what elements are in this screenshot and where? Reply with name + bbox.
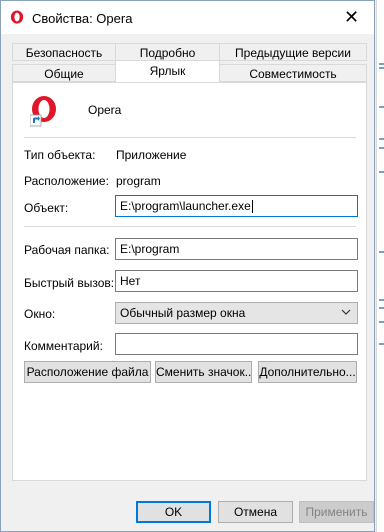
background-window bbox=[376, 0, 384, 532]
shortcut-panel: Opera Тип объекта: Приложение Расположен… bbox=[12, 82, 367, 481]
tab-security[interactable]: Безопасность bbox=[12, 43, 116, 61]
run-label: Окно: bbox=[24, 307, 56, 321]
close-button[interactable]: ✕ bbox=[329, 1, 374, 34]
opera-icon bbox=[30, 96, 56, 127]
tab-previous-versions[interactable]: Предыдущие версии bbox=[219, 43, 367, 61]
close-icon: ✕ bbox=[343, 7, 360, 27]
run-value: Обычный размер окна bbox=[120, 306, 246, 320]
type-value: Приложение bbox=[116, 148, 187, 162]
target-input[interactable]: E:\program\launcher.exe bbox=[115, 195, 358, 217]
hotkey-label: Быстрый вызов: bbox=[24, 276, 115, 290]
separator bbox=[24, 137, 356, 138]
hotkey-input[interactable]: Нет bbox=[115, 270, 358, 292]
ok-button[interactable]: OK bbox=[136, 501, 211, 523]
text-caret bbox=[251, 200, 253, 214]
separator bbox=[24, 226, 356, 227]
comment-label: Комментарий: bbox=[24, 339, 103, 353]
cancel-button[interactable]: Отмена bbox=[218, 501, 293, 523]
advanced-button[interactable]: Дополнительно... bbox=[258, 361, 357, 383]
run-select[interactable]: Обычный размер окна bbox=[115, 302, 358, 324]
tab-details[interactable]: Подробно bbox=[115, 43, 220, 61]
start-in-value: E:\program bbox=[120, 242, 180, 256]
change-icon-button[interactable]: Сменить значок... bbox=[155, 361, 252, 383]
target-label: Объект: bbox=[24, 201, 69, 215]
tab-general[interactable]: Общие bbox=[12, 64, 116, 82]
opera-icon bbox=[10, 10, 24, 24]
apply-button[interactable]: Применить bbox=[299, 501, 374, 523]
type-label: Тип объекта: bbox=[24, 148, 96, 162]
start-in-input[interactable]: E:\program bbox=[115, 238, 358, 260]
comment-input[interactable] bbox=[115, 333, 358, 355]
window-title: Свойства: Opera bbox=[32, 11, 133, 26]
target-value: E:\program\launcher.exe bbox=[120, 199, 251, 213]
properties-dialog: Свойства: Opera ✕ Безопасность Подробно … bbox=[0, 0, 375, 532]
chevron-down-icon bbox=[341, 309, 351, 315]
start-in-label: Рабочая папка: bbox=[24, 243, 110, 257]
hotkey-value: Нет bbox=[120, 274, 141, 288]
tab-compatibility[interactable]: Совместимость bbox=[219, 64, 367, 82]
location-label: Расположение: bbox=[24, 174, 109, 188]
open-file-location-button[interactable]: Расположение файла bbox=[24, 361, 151, 383]
shortcut-name: Opera bbox=[88, 103, 122, 117]
title-bar: Свойства: Opera ✕ bbox=[1, 1, 374, 34]
tab-shortcut[interactable]: Ярлык bbox=[115, 60, 220, 84]
location-value: program bbox=[116, 174, 161, 188]
